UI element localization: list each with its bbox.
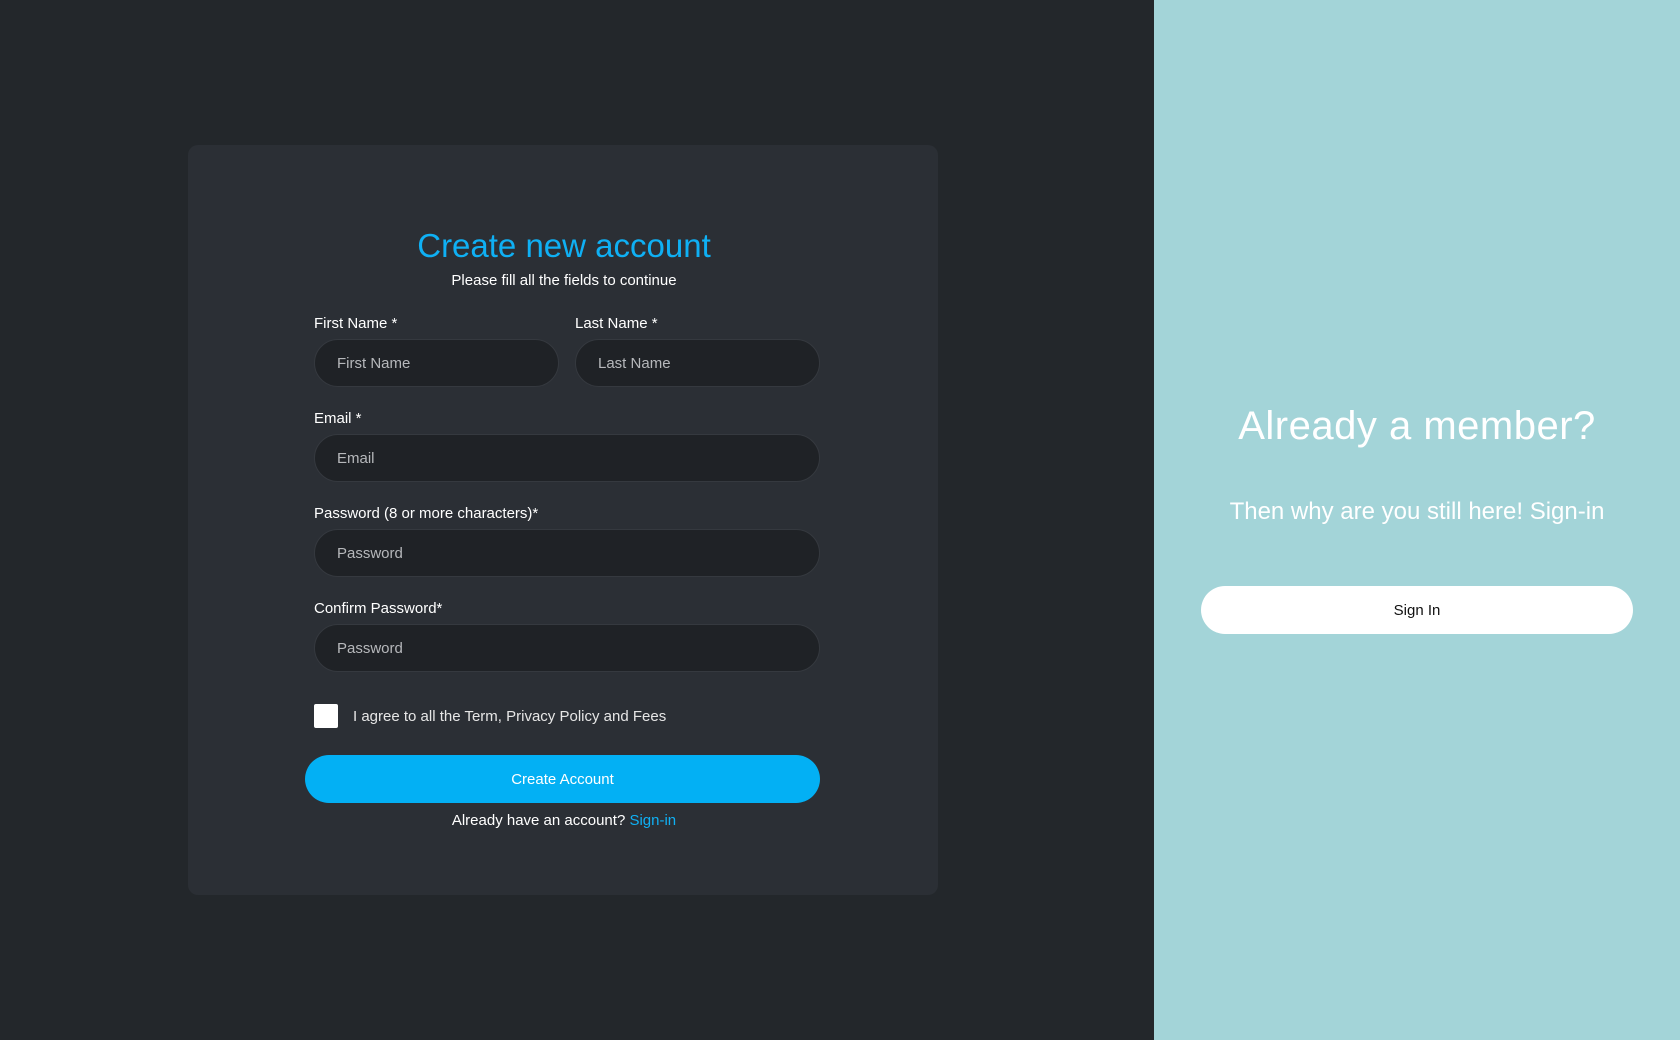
last-name-input[interactable] bbox=[575, 339, 820, 387]
signin-button[interactable]: Sign In bbox=[1201, 586, 1633, 634]
signup-subtitle: Please fill all the fields to continue bbox=[451, 272, 677, 289]
name-row: First Name * Last Name * bbox=[314, 315, 820, 387]
first-name-label: First Name * bbox=[314, 315, 398, 332]
email-input[interactable] bbox=[314, 434, 820, 482]
page: Create new account Please fill all the f… bbox=[0, 0, 1680, 1040]
confirm-password-input[interactable] bbox=[314, 624, 820, 672]
first-name-input[interactable] bbox=[314, 339, 559, 387]
create-account-button[interactable]: Create Account bbox=[305, 755, 820, 803]
signup-pane: Create new account Please fill all the f… bbox=[0, 0, 1154, 1040]
member-subtitle: Then why are you still here! Sign-in bbox=[1229, 498, 1605, 525]
signup-form: Create new account Please fill all the f… bbox=[305, 225, 820, 829]
have-account-text: Already have an account? bbox=[451, 812, 626, 829]
last-name-field-group: Last Name * bbox=[575, 315, 820, 387]
email-field-group: Email * bbox=[314, 410, 820, 482]
member-pane: Already a member? Then why are you still… bbox=[1154, 0, 1680, 1040]
password-label: Password (8 or more characters)* bbox=[314, 505, 539, 522]
first-name-field-group: First Name * bbox=[314, 315, 559, 387]
email-label: Email * bbox=[314, 410, 362, 427]
terms-agreement-row: I agree to all the Term, Privacy Policy … bbox=[314, 704, 820, 728]
password-field-group: Password (8 or more characters)* bbox=[314, 505, 820, 577]
terms-checkbox[interactable] bbox=[314, 704, 338, 728]
confirm-password-label: Confirm Password* bbox=[314, 600, 443, 617]
terms-label: I agree to all the Term, Privacy Policy … bbox=[353, 707, 667, 725]
last-name-label: Last Name * bbox=[575, 315, 658, 332]
signup-card: Create new account Please fill all the f… bbox=[188, 145, 938, 895]
signin-link[interactable]: Sign-in bbox=[629, 812, 676, 829]
signup-title: Create new account bbox=[417, 227, 711, 264]
have-account-line: Already have an account? Sign-in bbox=[308, 812, 820, 829]
member-title: Already a member? bbox=[1238, 404, 1596, 448]
password-input[interactable] bbox=[314, 529, 820, 577]
confirm-password-field-group: Confirm Password* bbox=[314, 600, 820, 672]
